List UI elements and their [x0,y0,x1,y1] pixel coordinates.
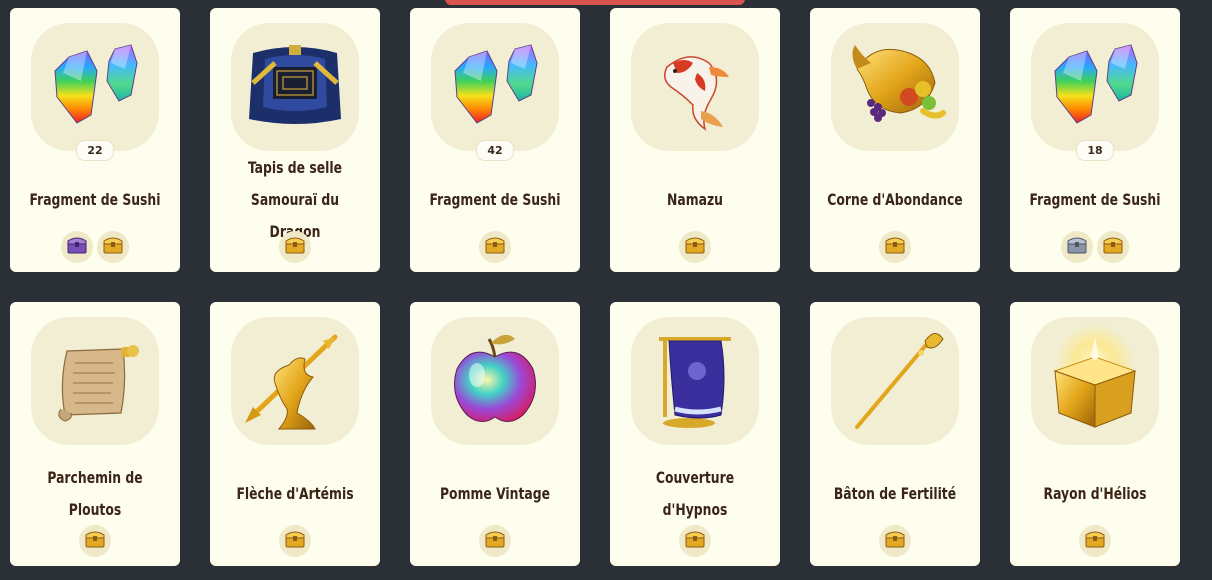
golden-chest-icon [484,235,506,260]
source-list [810,231,980,263]
purple-chest-icon [66,235,88,260]
item-image-slot [831,23,959,151]
quantity-badge: 18 [1076,140,1114,161]
rainbow-crystal-icon [454,44,538,124]
golden-chest-icon [484,529,506,554]
source-badge[interactable] [679,231,711,263]
item-image-slot [631,317,759,445]
source-list [610,231,780,263]
item-card[interactable]: Parchemin de Ploutos [10,302,180,566]
item-image-slot [631,23,759,151]
cornucopia-icon [852,45,946,122]
item-image-slot: 18 [1031,23,1159,161]
glowing-pedestal-icon [1053,323,1137,428]
silver-chest-icon [1066,235,1088,260]
item-name: Pomme Vintage [439,484,550,503]
item-name: Bâton de Fertilité [833,484,957,503]
item-card[interactable]: Pomme Vintage [410,302,580,566]
source-list [1010,231,1180,263]
item-name: Fragment de Sushi [29,190,161,209]
source-badge[interactable] [1079,525,1111,557]
rainbow-crystal-icon [1054,44,1138,124]
blanket-stand-icon [659,337,731,428]
item-card[interactable]: 18 Fragment de Sushi [1010,8,1180,272]
item-name: Namazu [667,190,723,209]
golden-chest-icon [84,529,106,554]
source-list [810,525,980,557]
source-list [610,525,780,557]
item-name: Flèche d'Artémis [236,484,354,503]
golden-chest-icon [884,529,906,554]
rainbow-apple-icon [454,334,536,422]
source-badge[interactable] [479,525,511,557]
item-card[interactable]: Flèche d'Artémis [210,302,380,566]
saddle-blanket-icon [249,45,341,124]
golden-chest-icon [684,529,706,554]
scroll-icon [58,345,139,422]
item-name: Fragment de Sushi [1029,190,1161,209]
item-card[interactable]: Couverture d'Hypnos [610,302,780,566]
golden-chest-icon [1102,235,1124,260]
item-card[interactable]: Corne d'Abondance [810,8,980,272]
source-badge[interactable] [879,231,911,263]
source-badge[interactable] [279,525,311,557]
source-badge[interactable] [79,525,111,557]
source-list [210,231,380,263]
source-list [210,525,380,557]
golden-chest-icon [1084,529,1106,554]
source-badge[interactable] [679,525,711,557]
koi-fish-icon [664,56,729,131]
quantity-badge: 42 [476,140,514,161]
source-list [410,231,580,263]
item-image-slot [1031,317,1159,445]
item-name: Parchemin de Ploutos [47,468,143,519]
item-name: Corne d'Abondance [827,190,963,209]
item-image-slot [231,317,359,445]
item-image-slot [831,317,959,445]
golden-chest-icon [102,235,124,260]
item-card[interactable]: Bâton de Fertilité [810,302,980,566]
version-banner [445,0,745,5]
golden-chest-icon [284,235,306,260]
golden-staff-icon [855,333,944,429]
item-image-slot [431,317,559,445]
item-card[interactable]: Namazu [610,8,780,272]
item-card[interactable]: 22 Fragment de Sushi [10,8,180,272]
golden-chest-icon [284,529,306,554]
item-name: Rayon d'Hélios [1043,484,1147,503]
item-name: Couverture d'Hypnos [655,468,735,519]
item-name: Tapis de selle Samouraï du Dragon [247,158,343,241]
source-list [10,231,180,263]
source-list [410,525,580,557]
item-card[interactable]: 42 Fragment de Sushi [410,8,580,272]
item-image-slot [231,23,359,151]
source-badge[interactable] [1097,231,1129,263]
source-list [10,525,180,557]
item-image-slot [31,317,159,445]
source-badge[interactable] [479,231,511,263]
item-name: Fragment de Sushi [429,190,561,209]
golden-chest-icon [684,235,706,260]
golden-chest-icon [884,235,906,260]
item-card[interactable]: Rayon d'Hélios [1010,302,1180,566]
rainbow-crystal-icon [54,44,138,124]
item-card[interactable]: Tapis de selle Samouraï du Dragon [210,8,380,272]
quantity-badge: 22 [76,140,114,161]
source-badge[interactable] [1061,231,1093,263]
source-badge[interactable] [879,525,911,557]
item-image-slot: 42 [431,23,559,161]
source-badge[interactable] [61,231,93,263]
source-badge[interactable] [279,231,311,263]
source-list [1010,525,1180,557]
source-badge[interactable] [97,231,129,263]
item-image-slot: 22 [31,23,159,161]
golden-arrow-icon [245,334,338,430]
